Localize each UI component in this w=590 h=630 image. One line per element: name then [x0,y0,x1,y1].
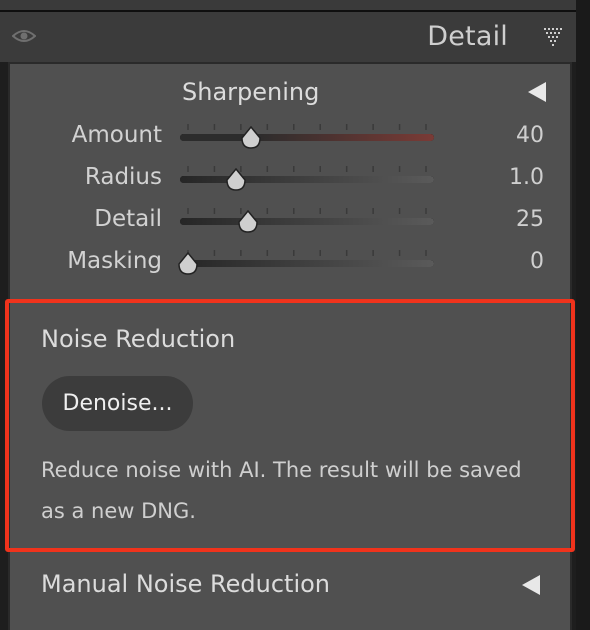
masking-slider-fill [180,260,434,267]
masking-value[interactable]: 0 [470,249,544,274]
radius-value[interactable]: 1.0 [470,165,544,190]
amount-slider-thumb[interactable] [240,126,262,150]
amount-value[interactable]: 40 [470,123,544,148]
detail-value[interactable]: 25 [470,207,544,232]
radius-label: Radius [84,164,162,190]
masking-label: Masking [67,248,162,274]
panel-title: Detail [427,21,508,52]
detail-label: Detail [94,206,162,232]
sharpening-collapse-icon[interactable] [528,82,546,102]
masking-slider-thumb[interactable] [177,252,199,276]
denoise-button[interactable]: Denoise... [42,376,193,431]
noise-reduction-title: Noise Reduction [41,325,236,353]
detail-panel-header[interactable]: Detail [0,12,576,62]
amount-slider[interactable] [180,134,434,141]
amount-slider-fill [180,134,434,141]
radius-slider[interactable] [180,176,434,183]
radius-slider-thumb[interactable] [225,168,247,192]
manual-noise-reduction-title[interactable]: Manual Noise Reduction [41,570,330,598]
detail-slider-ticks [187,208,427,214]
amount-label: Amount [71,122,162,148]
manual-noise-reduction-collapse-icon[interactable] [522,575,540,595]
panel-menu-icon[interactable] [543,26,563,46]
detail-slider[interactable] [180,218,434,225]
radius-slider-fill [180,176,434,183]
sharpening-section-title[interactable]: Sharpening [182,78,319,106]
panel-scrollbar-track[interactable] [576,0,590,630]
detail-slider-thumb[interactable] [237,210,259,234]
masking-slider-ticks [187,250,427,256]
noise-reduction-description: Reduce noise with AI. The result will be… [41,458,522,523]
top-panel-edge [0,0,580,12]
masking-slider[interactable] [180,260,434,267]
eye-icon[interactable] [11,28,37,44]
amount-slider-ticks [187,124,427,130]
detail-slider-fill [180,218,434,225]
radius-slider-ticks [187,166,427,172]
